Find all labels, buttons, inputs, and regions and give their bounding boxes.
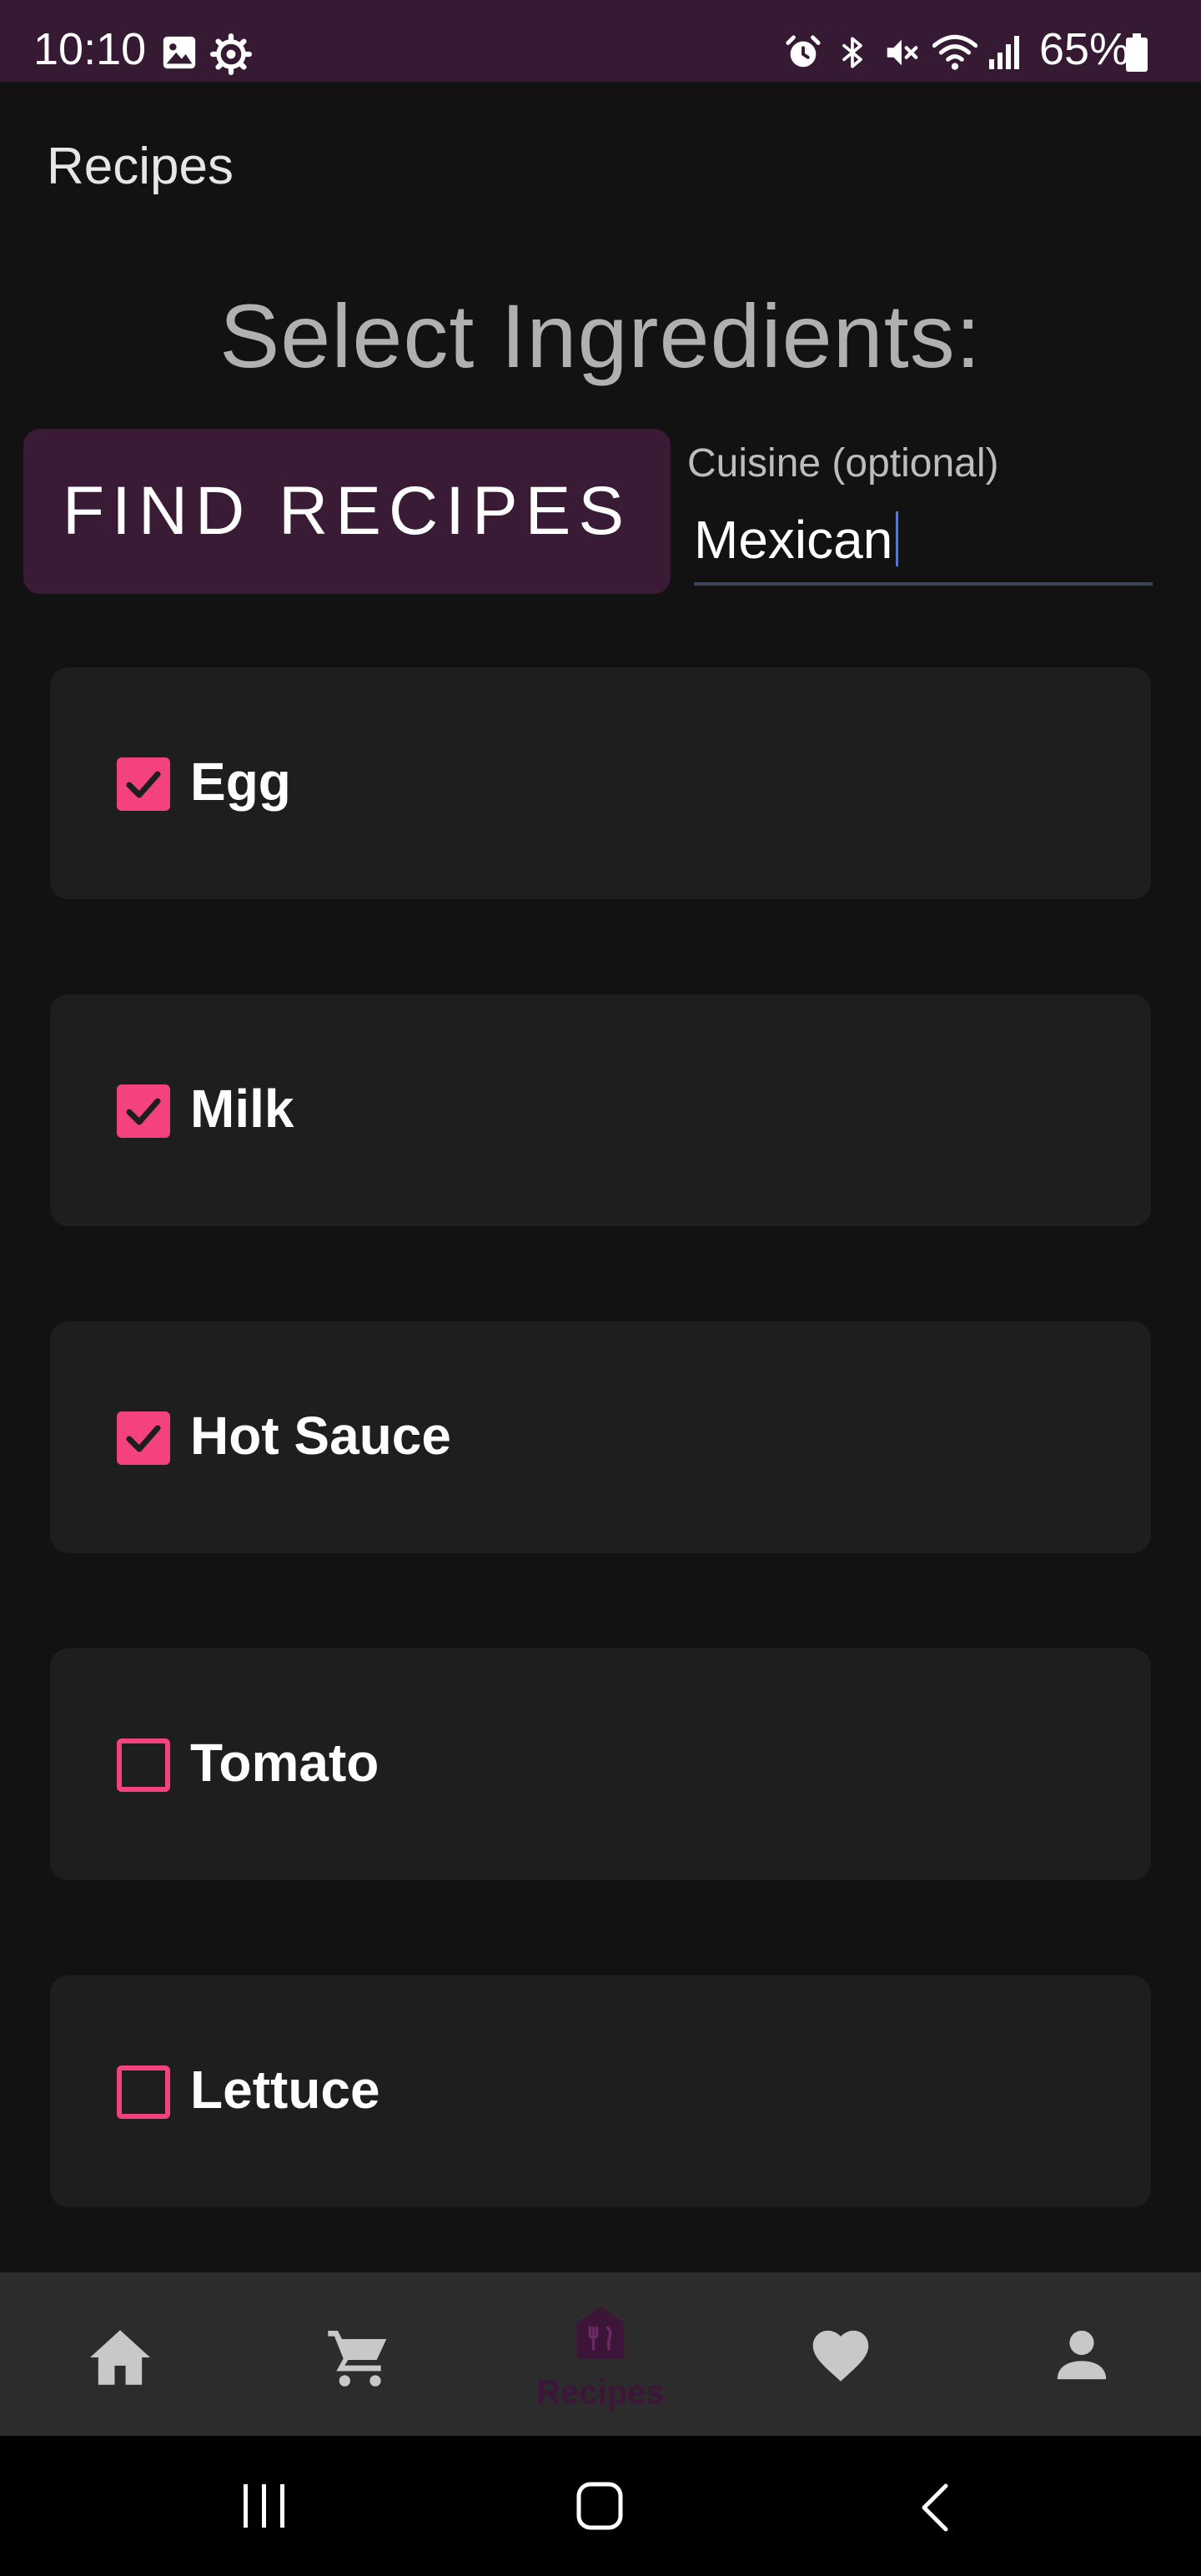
ingredient-label: Tomato xyxy=(190,1733,379,1793)
bluetooth-icon xyxy=(842,37,862,68)
status-bar: 10:10 65% xyxy=(0,0,1201,82)
checkmark-icon xyxy=(126,1098,161,1125)
tomato-checkbox[interactable] xyxy=(117,1738,170,1792)
recipes-icon xyxy=(576,2306,625,2359)
app-title: Recipes xyxy=(47,138,234,195)
nav-profile[interactable] xyxy=(961,2272,1201,2436)
nav-recipes[interactable]: Recipes xyxy=(480,2272,721,2436)
wifi-icon xyxy=(932,34,977,70)
system-navigation-bar xyxy=(0,2436,1201,2576)
ingredient-label: Milk xyxy=(190,1079,294,1139)
milk-checkbox[interactable] xyxy=(117,1084,170,1138)
ingredient-label: Hot Sauce xyxy=(190,1406,451,1466)
cuisine-input-underline xyxy=(694,582,1153,586)
egg-checkbox[interactable] xyxy=(117,757,170,811)
bottom-navigation: Recipes xyxy=(0,2272,1201,2436)
battery-percent: 65% xyxy=(1039,24,1130,74)
ingredient-card-milk[interactable]: Milk xyxy=(50,994,1151,1226)
cart-icon xyxy=(328,2331,387,2387)
nav-home[interactable] xyxy=(0,2272,240,2436)
home-button[interactable] xyxy=(575,2481,624,2531)
ingredient-label: Lettuce xyxy=(190,2060,380,2120)
mute-icon xyxy=(887,39,918,66)
nav-favorites[interactable] xyxy=(721,2272,961,2436)
text-cursor xyxy=(896,511,899,566)
nav-recipes-label: Recipes xyxy=(536,2374,665,2411)
find-recipes-button[interactable]: FIND RECIPES xyxy=(23,429,671,594)
cuisine-input[interactable]: Mexican xyxy=(694,509,1153,584)
alarm-icon xyxy=(786,35,821,68)
person-icon xyxy=(1057,2330,1107,2380)
checkmark-icon xyxy=(126,771,161,798)
hot-sauce-checkbox[interactable] xyxy=(117,1411,170,1465)
checkmark-icon xyxy=(126,1425,161,1452)
home-icon xyxy=(90,2330,150,2385)
settings-icon xyxy=(210,33,252,75)
ingredient-card-egg[interactable]: Egg xyxy=(50,667,1151,899)
battery-icon xyxy=(1126,33,1148,72)
cuisine-input-value: Mexican xyxy=(694,510,893,570)
ingredient-card-hot-sauce[interactable]: Hot Sauce xyxy=(50,1321,1151,1553)
ingredient-card-lettuce[interactable]: Lettuce xyxy=(50,1975,1151,2207)
select-ingredients-heading: Select Ingredients: xyxy=(219,285,982,386)
back-button[interactable] xyxy=(917,2483,951,2533)
image-icon xyxy=(163,36,196,69)
cuisine-label: Cuisine (optional) xyxy=(687,441,999,486)
ingredient-card-tomato[interactable]: Tomato xyxy=(50,1648,1151,1880)
signal-icon xyxy=(989,36,1019,69)
recent-apps-button[interactable] xyxy=(240,2483,289,2529)
status-time: 10:10 xyxy=(33,24,147,74)
heart-icon xyxy=(812,2330,869,2382)
ingredient-label: Egg xyxy=(190,752,291,812)
nav-cart[interactable] xyxy=(240,2272,480,2436)
lettuce-checkbox[interactable] xyxy=(117,2065,170,2119)
